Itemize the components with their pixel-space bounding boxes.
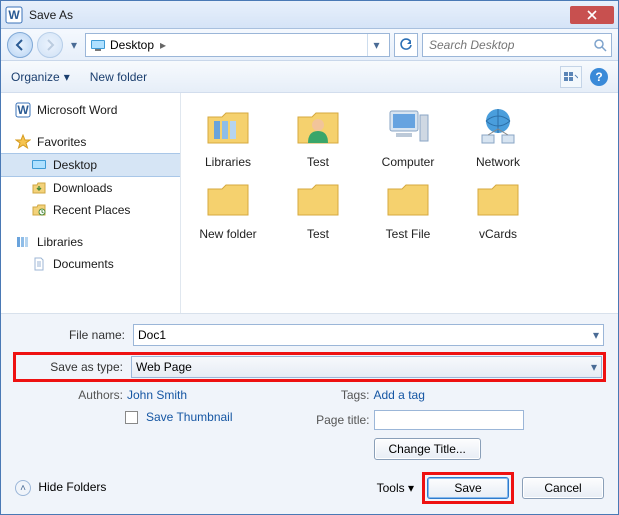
item-test-file-folder[interactable]: Test File (367, 175, 449, 241)
downloads-icon (31, 180, 47, 196)
authors-value[interactable]: John Smith (127, 388, 187, 402)
page-title-input[interactable] (374, 410, 524, 430)
network-icon (474, 103, 522, 151)
sidebar-item-favorites[interactable]: Favorites (1, 131, 180, 153)
save-thumbnail-checkbox[interactable] (125, 411, 138, 424)
item-network[interactable]: Network (457, 103, 539, 169)
recent-icon (31, 202, 47, 218)
view-options-button[interactable] (560, 66, 582, 88)
window-buttons (570, 6, 614, 24)
back-button[interactable] (7, 32, 33, 58)
titlebar: W Save As (1, 1, 618, 29)
desktop-icon (31, 157, 47, 173)
folder-icon (204, 175, 252, 223)
sidebar-item-downloads[interactable]: Downloads (1, 177, 180, 199)
new-folder-button[interactable]: New folder (90, 70, 147, 84)
folder-icon (384, 175, 432, 223)
chevron-up-icon: ˄ (15, 480, 31, 496)
documents-icon (31, 256, 47, 272)
search-box[interactable] (422, 33, 612, 57)
file-list[interactable]: Libraries Test Computer Network New fold… (181, 93, 618, 313)
body: W Microsoft Word Favorites Desktop Downl… (1, 93, 618, 313)
item-computer[interactable]: Computer (367, 103, 449, 169)
star-icon (15, 134, 31, 150)
save-as-type-row: Save as type: Web Page ▾ (15, 354, 604, 380)
organize-menu[interactable]: Organize ▾ (11, 70, 70, 84)
tags-row: Tags: Add a tag (310, 388, 605, 402)
filename-row: File name: Doc1 ▾ (15, 324, 604, 346)
page-title-label: Page title: (310, 413, 370, 427)
window-title: Save As (29, 8, 570, 22)
save-thumbnail-row: Save Thumbnail (15, 410, 310, 424)
word-icon: W (15, 102, 31, 118)
folder-icon (474, 175, 522, 223)
item-vcards-folder[interactable]: vCards (457, 175, 539, 241)
tags-value[interactable]: Add a tag (374, 388, 425, 402)
save-as-type-combo[interactable]: Web Page ▾ (131, 356, 602, 378)
toolbar: Organize ▾ New folder ? (1, 61, 618, 93)
filename-label: File name: (15, 328, 125, 342)
computer-icon (384, 103, 432, 151)
history-dropdown-icon[interactable]: ▾ (67, 38, 81, 52)
help-button[interactable]: ? (590, 68, 608, 86)
libraries-folder-icon (204, 103, 252, 151)
authors-row: Authors: John Smith (15, 388, 310, 402)
bottom-panel: File name: Doc1 ▾ Save as type: Web Page… (1, 313, 618, 514)
footer: ˄ Hide Folders Tools ▾ Save Cancel (15, 468, 604, 502)
chevron-down-icon: ▾ (408, 481, 414, 495)
sidebar-item-documents[interactable]: Documents (1, 253, 180, 275)
save-as-dialog: W Save As ▾ Desktop ▸ ▾ (0, 0, 619, 515)
search-input[interactable] (427, 37, 593, 53)
svg-text:W: W (17, 103, 29, 117)
sidebar-item-desktop[interactable]: Desktop (1, 153, 180, 177)
hide-folders-toggle[interactable]: ˄ Hide Folders (15, 480, 106, 497)
chevron-down-icon: ▾ (593, 328, 599, 342)
breadcrumb-dropdown-icon[interactable]: ▾ (367, 34, 385, 56)
libraries-icon (15, 234, 31, 250)
save-as-type-label: Save as type: (17, 360, 123, 374)
save-thumbnail-label[interactable]: Save Thumbnail (146, 410, 233, 424)
refresh-button[interactable] (394, 33, 418, 57)
breadcrumb[interactable]: Desktop ▸ ▾ (85, 33, 390, 57)
save-button[interactable]: Save (427, 477, 509, 499)
item-new-folder[interactable]: New folder (187, 175, 269, 241)
search-icon (593, 38, 607, 52)
breadcrumb-location: Desktop (110, 38, 154, 52)
change-title-button[interactable]: Change Title... (374, 438, 481, 460)
forward-button[interactable] (37, 32, 63, 58)
sidebar-item-word[interactable]: W Microsoft Word (1, 99, 180, 121)
item-libraries[interactable]: Libraries (187, 103, 269, 169)
item-test-user[interactable]: Test (277, 103, 359, 169)
close-button[interactable] (570, 6, 614, 24)
filename-combo[interactable]: Doc1 ▾ (133, 324, 604, 346)
svg-text:W: W (8, 8, 20, 22)
page-title-row: Page title: (310, 410, 605, 430)
filename-value: Doc1 (138, 328, 166, 342)
navigation-row: ▾ Desktop ▸ ▾ (1, 29, 618, 61)
sidebar: W Microsoft Word Favorites Desktop Downl… (1, 93, 181, 313)
chevron-down-icon: ▾ (64, 70, 70, 84)
desktop-icon (90, 37, 106, 53)
chevron-down-icon: ▾ (591, 360, 597, 374)
cancel-button[interactable]: Cancel (522, 477, 604, 499)
chevron-right-icon: ▸ (158, 38, 168, 52)
save-as-type-value: Web Page (136, 360, 192, 374)
folder-icon (294, 175, 342, 223)
user-folder-icon (294, 103, 342, 151)
item-test-folder[interactable]: Test (277, 175, 359, 241)
word-app-icon: W (5, 6, 23, 24)
sidebar-item-recent[interactable]: Recent Places (1, 199, 180, 221)
authors-label: Authors: (67, 388, 123, 402)
tags-label: Tags: (310, 388, 370, 402)
tools-menu[interactable]: Tools ▾ (377, 481, 414, 495)
sidebar-item-libraries[interactable]: Libraries (1, 231, 180, 253)
